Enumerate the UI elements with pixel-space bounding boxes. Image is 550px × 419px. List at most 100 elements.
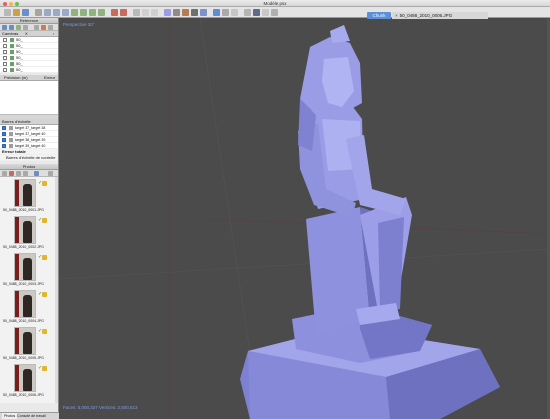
photo-item[interactable]: ✓ 50_0488_2010_0002.JPG — [0, 214, 58, 251]
dense-cloud-icon[interactable] — [200, 9, 207, 16]
open-folder-icon[interactable] — [13, 9, 20, 16]
view-source-icon[interactable] — [34, 25, 39, 30]
photo-tab-label: 50_0488_2010_0006.JPG — [399, 13, 453, 18]
accuracy-table-header: Précision (m) Erreur — [0, 75, 58, 81]
camera-row[interactable]: 50_ — [0, 67, 58, 73]
scalebars-list: target 37_target 38 target 37_target 40 … — [0, 125, 58, 149]
checkbox[interactable] — [3, 50, 7, 54]
reference-toolbar — [0, 24, 58, 31]
error-header: Erreur — [44, 75, 56, 80]
photo-label: 50_0488_2010_0001.JPG — [3, 208, 44, 212]
move-region-icon[interactable] — [71, 9, 78, 16]
update-icon[interactable] — [23, 25, 28, 30]
navigation-icon[interactable] — [35, 9, 42, 16]
close-tab-icon[interactable]: × — [395, 13, 398, 18]
wireframe-icon[interactable] — [173, 9, 180, 16]
camera-label: 50_ — [16, 67, 23, 72]
axis-line — [60, 248, 550, 280]
delete-icon[interactable] — [111, 9, 118, 16]
new-file-icon[interactable] — [4, 9, 11, 16]
reference-panel-title: Référence — [19, 18, 39, 23]
scalebar-icon — [9, 126, 13, 130]
photo-label: 50_0488_2010_0003.JPG — [3, 282, 44, 286]
zoom-out-icon[interactable] — [151, 9, 158, 16]
camera-icon — [10, 68, 14, 72]
photo-thumbnail — [14, 253, 36, 281]
screenshot-icon[interactable] — [262, 9, 269, 16]
tab-console[interactable]: Console de travail — [17, 413, 46, 419]
window-title: Modèle.psx — [263, 0, 287, 6]
checkbox[interactable] — [2, 138, 6, 142]
photo-label: 50_0488_2010_0004.JPG — [3, 319, 44, 323]
photos-toolbar — [0, 170, 58, 177]
viewport-canvas[interactable] — [60, 19, 550, 419]
camera-icon — [10, 44, 14, 48]
view-mode-icon[interactable] — [48, 171, 53, 176]
reference-settings-icon[interactable] — [48, 25, 53, 30]
tab-photos[interactable]: Photos — [2, 413, 18, 419]
photos-list: ✓ 50_0488_2010_0001.JPG ✓ 50_0488_2010_0… — [0, 177, 58, 403]
mask-icon[interactable] — [34, 171, 39, 176]
reset-view-icon[interactable] — [133, 9, 140, 16]
grid-icon[interactable] — [271, 9, 278, 16]
circle-select-icon[interactable] — [53, 9, 60, 16]
settings-icon[interactable] — [244, 9, 251, 16]
photo-thumbnail — [14, 216, 36, 244]
checkbox[interactable] — [3, 44, 7, 48]
show-markers-icon[interactable] — [222, 9, 229, 16]
left-sidebar: Référence Caméras X › 50_ 50_ 50_ 50_ 50… — [0, 18, 59, 419]
tab-photo[interactable]: × 50_0488_2010_0006.JPG — [392, 12, 488, 19]
rotate-right-icon[interactable] — [23, 171, 28, 176]
mask-badge-icon — [42, 329, 47, 334]
accuracy-header: Précision (m) — [4, 75, 28, 80]
checkbox[interactable] — [2, 144, 6, 148]
edit-icon[interactable] — [41, 25, 46, 30]
crop-icon[interactable] — [120, 9, 127, 16]
photo-item[interactable]: ✓ 50_0488_2010_0005.JPG — [0, 325, 58, 362]
mask-badge-icon — [42, 366, 47, 371]
photo-item[interactable]: ✓ 50_0488_2010_0003.JPG — [0, 251, 58, 288]
control-bars-row[interactable]: Barres d'échelle de contrôle — [0, 155, 58, 161]
optimize-icon[interactable] — [16, 25, 21, 30]
model-viewport[interactable]: Perspective 30° Faces: 5,000,327 Vertice… — [60, 19, 550, 419]
photo-item[interactable]: ✓ 50_0488_2010_0001.JPG — [0, 177, 58, 214]
import-icon[interactable] — [2, 25, 7, 30]
rotate-object-icon[interactable] — [98, 9, 105, 16]
free-select-icon[interactable] — [62, 9, 69, 16]
photo-item[interactable]: ✓ 50_0488_2010_0004.JPG — [0, 288, 58, 325]
camera-icon[interactable] — [253, 9, 260, 16]
scalebar-icon — [9, 144, 13, 148]
show-region-icon[interactable] — [231, 9, 238, 16]
rotate-region-icon[interactable] — [89, 9, 96, 16]
rectangle-select-icon[interactable] — [44, 9, 51, 16]
mask-badge-icon — [42, 255, 47, 260]
tab-chunk[interactable]: Chunk — [367, 12, 391, 19]
checkbox[interactable] — [3, 56, 7, 60]
scalebar-icon — [9, 132, 13, 136]
mask-badge-icon — [42, 292, 47, 297]
photo-thumbnail — [14, 327, 36, 355]
scalebar-icon — [9, 138, 13, 142]
remove-photos-icon[interactable] — [9, 171, 14, 176]
export-icon[interactable] — [9, 25, 14, 30]
model-stats-label: Faces: 5,000,327 Vertices: 2,500,513 — [63, 405, 138, 410]
checkbox[interactable] — [2, 132, 6, 136]
photo-thumbnail — [14, 290, 36, 318]
camera-icon — [10, 50, 14, 54]
cameras-list: 50_ 50_ 50_ 50_ 50_ 50_ — [0, 37, 58, 73]
zoom-in-icon[interactable] — [142, 9, 149, 16]
checkbox[interactable] — [2, 126, 6, 130]
rotate-left-icon[interactable] — [16, 171, 21, 176]
photo-item[interactable]: ✓ 50_0488_2010_0006.JPG — [0, 362, 58, 399]
save-icon[interactable] — [22, 9, 29, 16]
checkbox[interactable] — [3, 38, 7, 42]
textured-icon[interactable] — [182, 9, 189, 16]
add-photos-icon[interactable] — [2, 171, 7, 176]
solid-model-icon[interactable] — [164, 9, 171, 16]
checkbox[interactable] — [3, 62, 7, 66]
resize-region-icon[interactable] — [80, 9, 87, 16]
point-cloud-icon[interactable] — [191, 9, 198, 16]
checkbox[interactable] — [3, 68, 7, 72]
show-cameras-icon[interactable] — [213, 9, 220, 16]
model-crown — [330, 25, 350, 43]
